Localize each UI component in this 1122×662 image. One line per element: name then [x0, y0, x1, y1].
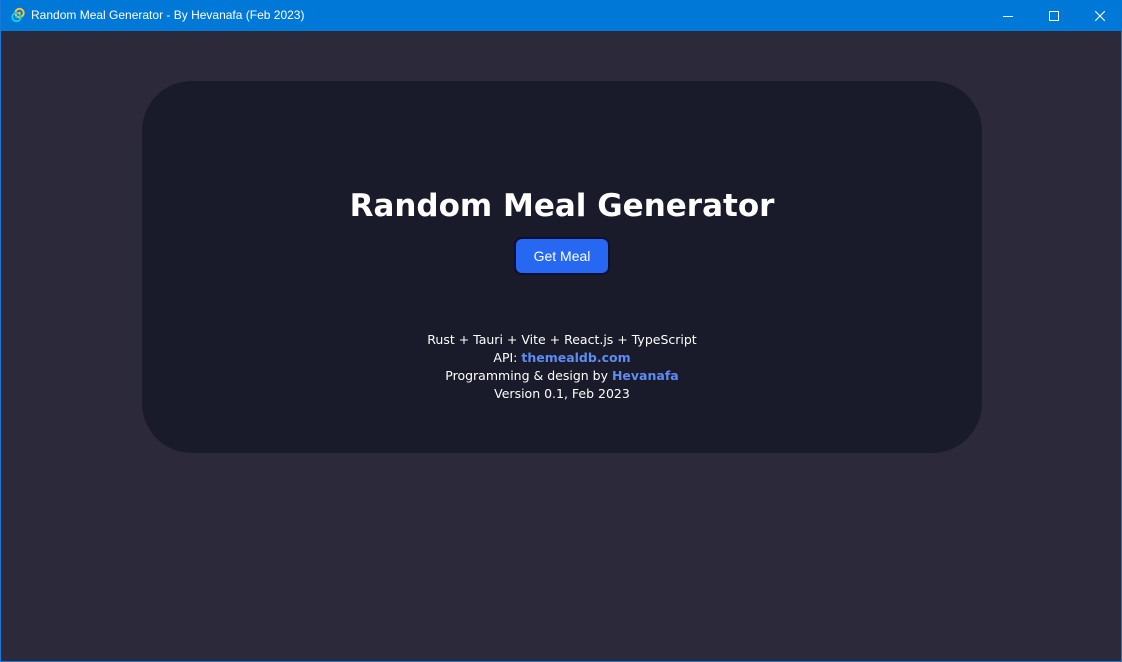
api-line: API: themealdb.com — [142, 349, 982, 367]
version-text: Version 0.1, Feb 2023 — [494, 386, 630, 401]
author-line: Programming & design by Hevanafa — [142, 367, 982, 385]
get-meal-button[interactable]: Get Meal — [514, 237, 610, 275]
close-icon — [1095, 10, 1105, 21]
app-window: Random Meal Generator - By Hevanafa (Feb… — [0, 0, 1122, 662]
author-label: Programming & design by — [445, 368, 612, 383]
minimize-button[interactable] — [985, 0, 1031, 31]
page-title: Random Meal Generator — [349, 188, 775, 224]
close-button[interactable] — [1077, 0, 1122, 31]
maximize-icon — [1049, 10, 1059, 21]
api-label: API: — [493, 350, 522, 365]
api-link[interactable]: themealdb.com — [521, 350, 630, 365]
window-title: Random Meal Generator - By Hevanafa (Feb… — [31, 8, 305, 22]
minimize-icon — [1003, 15, 1013, 17]
maximize-button[interactable] — [1031, 0, 1077, 31]
tauri-app-icon — [11, 7, 25, 23]
tech-stack-text: Rust + Tauri + Vite + React.js + TypeScr… — [427, 332, 697, 347]
main-card: Random Meal Generator Get Meal Rust + Ta… — [142, 81, 982, 453]
author-link[interactable]: Hevanafa — [612, 368, 679, 383]
app-content: Random Meal Generator Get Meal Rust + Ta… — [1, 31, 1121, 661]
title-bar[interactable]: Random Meal Generator - By Hevanafa (Feb… — [1, 0, 1122, 31]
credits: Rust + Tauri + Vite + React.js + TypeScr… — [142, 331, 982, 403]
